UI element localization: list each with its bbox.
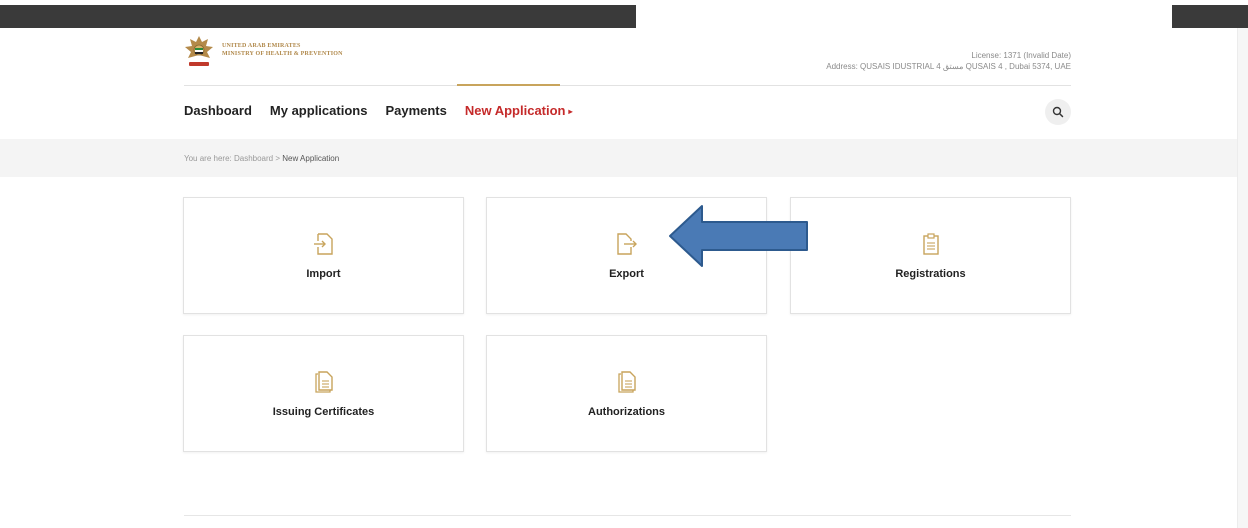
breadcrumb-dashboard-link[interactable]: Dashboard [234, 154, 273, 163]
card-registrations[interactable]: Registrations [790, 197, 1071, 314]
uae-emblem-logo [185, 36, 213, 66]
clipboard-icon [922, 232, 939, 255]
card-export-label: Export [609, 267, 644, 280]
export-icon [616, 232, 637, 255]
document-icon [314, 370, 333, 393]
nav-payments[interactable]: Payments [385, 103, 446, 118]
nav-new-application[interactable]: New Application ▸ [465, 103, 573, 118]
breadcrumb-current: New Application [282, 154, 340, 163]
breadcrumb: You are here: Dashboard > New Applicatio… [184, 154, 339, 163]
breadcrumb-separator: > [275, 154, 281, 163]
card-registrations-label: Registrations [895, 267, 966, 280]
card-issuing-certificates[interactable]: Issuing Certificates [183, 335, 464, 452]
scrollbar-track[interactable] [1237, 28, 1248, 528]
card-import-label: Import [306, 267, 341, 280]
card-authorizations-label: Authorizations [588, 405, 665, 418]
footer-divider [184, 515, 1071, 516]
caret-right-icon: ▸ [568, 107, 573, 116]
import-icon [313, 232, 333, 255]
address-info: Address: QUSAIS IDUSTRIAL 4 مستق QUSAIS … [826, 62, 1071, 71]
header-divider [184, 85, 1071, 86]
ministry-line-2: MINISTRY OF HEALTH & PREVENTION [222, 51, 343, 57]
search-icon [1052, 106, 1064, 118]
nav-my-applications[interactable]: My applications [270, 103, 368, 118]
annotation-arrow-icon [669, 205, 808, 267]
document-icon [617, 370, 636, 393]
top-dark-bar-right [1172, 5, 1248, 28]
page: UNITED ARAB EMIRATES MINISTRY OF HEALTH … [0, 0, 1248, 528]
license-info: License: 1371 (Invalid Date) [971, 51, 1071, 60]
card-issuing-certificates-label: Issuing Certificates [272, 405, 375, 418]
nav-dashboard[interactable]: Dashboard [184, 103, 252, 118]
ministry-name: UNITED ARAB EMIRATES MINISTRY OF HEALTH … [222, 42, 343, 58]
main-nav: Dashboard My applications Payments New A… [184, 103, 591, 118]
card-import[interactable]: Import [183, 197, 464, 314]
search-button[interactable] [1045, 99, 1071, 125]
card-authorizations[interactable]: Authorizations [486, 335, 767, 452]
ministry-line-1: UNITED ARAB EMIRATES [222, 43, 301, 49]
top-dark-bar [0, 5, 636, 28]
breadcrumb-prefix: You are here: [184, 154, 232, 163]
active-tab-indicator [457, 84, 560, 86]
nav-new-application-label: New Application [464, 103, 566, 118]
